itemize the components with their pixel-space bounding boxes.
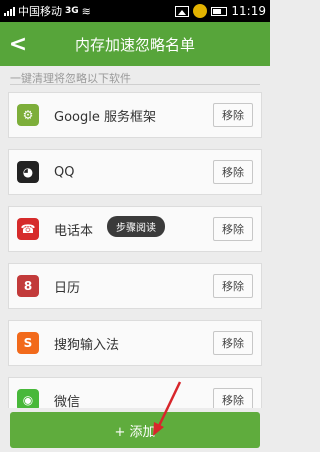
qq-penguin-icon: ◕	[17, 161, 39, 183]
ignore-list: ⚙ Google 服务框架 移除 ◕ QQ 移除 ☎ 电话本 移除 8 日历 移…	[8, 92, 262, 434]
pointer-arrow-icon	[153, 381, 182, 436]
remove-button[interactable]: 移除	[213, 331, 253, 355]
android-icon: ⚙	[17, 104, 39, 126]
carrier-label: 中国移动	[18, 5, 62, 18]
image-notification-icon	[175, 5, 190, 17]
list-item: 8 日历 移除	[8, 263, 262, 309]
divider	[10, 84, 260, 85]
battery-icon	[211, 6, 228, 16]
list-item: S 搜狗输入法 移除	[8, 320, 262, 366]
calendar-icon: 8	[17, 275, 39, 297]
app-name: Google 服务框架	[54, 109, 156, 125]
app-name: 微信	[54, 394, 81, 410]
contacts-icon: ☎	[17, 218, 39, 240]
remove-button[interactable]: 移除	[213, 274, 253, 298]
app-name: 日历	[54, 280, 81, 296]
add-button[interactable]: + 添加	[10, 412, 260, 448]
wifi-icon: ≋	[81, 4, 91, 18]
network-label: 3G	[65, 6, 79, 16]
sogou-icon: S	[17, 332, 39, 354]
signal-icon	[4, 6, 15, 16]
list-item: ◕ QQ 移除	[8, 149, 262, 195]
remove-button[interactable]: 移除	[213, 217, 253, 241]
header-bar: < 内存加速忽略名单	[0, 22, 270, 66]
list-item: ⚙ Google 服务框架 移除	[8, 92, 262, 138]
back-button[interactable]: <	[0, 22, 36, 66]
app-notification-icon	[193, 4, 208, 18]
app-name: 搜狗输入法	[54, 337, 120, 353]
chevron-left-icon: <	[8, 31, 28, 57]
clock: 11:19	[231, 4, 266, 18]
app-name: QQ	[54, 164, 75, 180]
step-reading-tooltip[interactable]: 步骤阅读	[107, 216, 165, 237]
remove-button[interactable]: 移除	[213, 103, 253, 127]
status-bar: 中国移动 3G ≋ 11:19	[0, 0, 270, 22]
page-title: 内存加速忽略名单	[74, 35, 195, 54]
remove-button[interactable]: 移除	[213, 160, 253, 184]
